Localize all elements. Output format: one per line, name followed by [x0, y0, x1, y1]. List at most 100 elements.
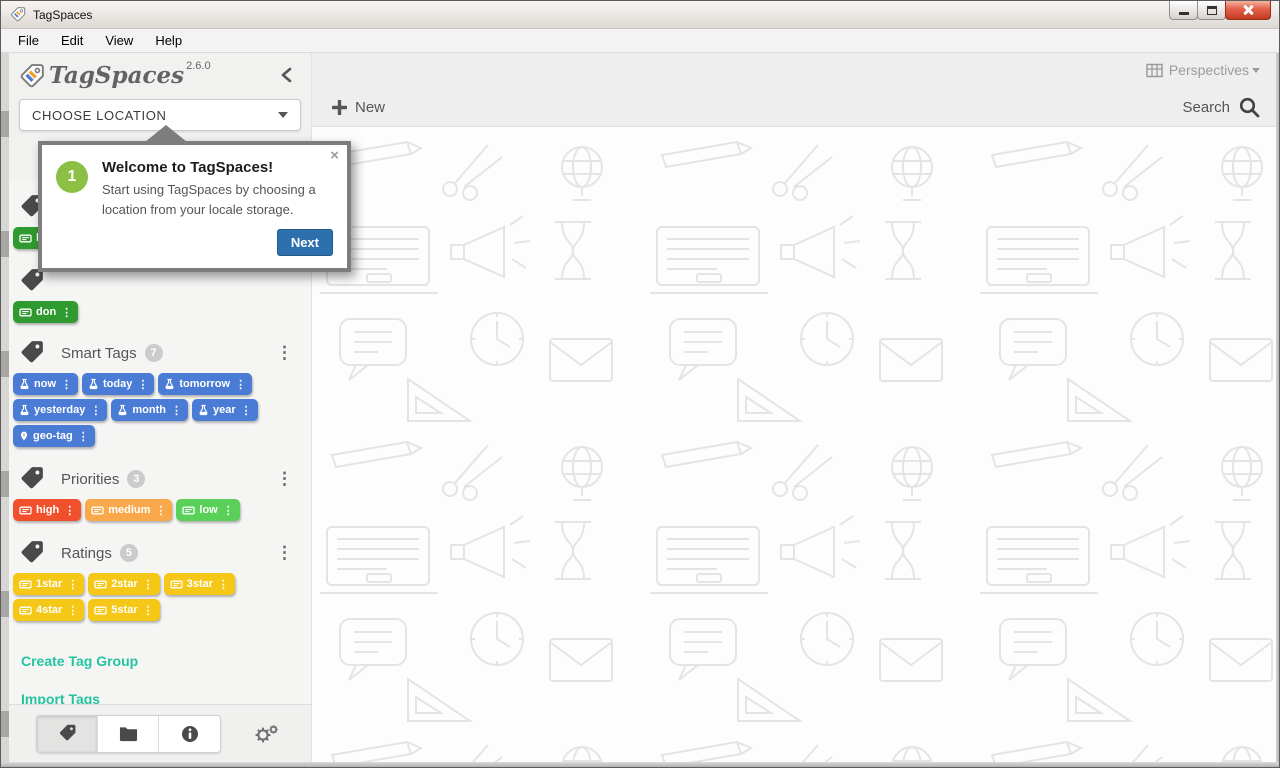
tag-menu-dots-icon[interactable]: ⋮: [171, 404, 182, 417]
import-tags-link[interactable]: Import Tags: [21, 691, 309, 704]
pin-icon: [19, 430, 29, 442]
tag-group-name: Ratings: [61, 544, 112, 562]
tag-label: high: [36, 504, 60, 516]
menu-help[interactable]: Help: [144, 30, 193, 51]
perspectives-grid-icon: [1146, 63, 1163, 77]
plus-icon: [332, 100, 347, 115]
tag-menu-dots-icon[interactable]: ⋮: [218, 578, 229, 591]
group-menu-kebab-icon[interactable]: ⋮: [276, 344, 293, 361]
menu-view[interactable]: View: [94, 30, 144, 51]
search-label: Search: [1182, 99, 1230, 116]
tag-menu-dots-icon[interactable]: ⋮: [67, 604, 78, 617]
title-bar: TagSpaces: [1, 1, 1279, 29]
menu-bar: File Edit View Help: [1, 29, 1279, 53]
tag-medium[interactable]: medium ⋮: [85, 499, 173, 521]
tag-count-badge: 7: [144, 344, 163, 362]
tag-year[interactable]: year ⋮: [191, 399, 258, 421]
tag-group-header-smart-tags[interactable]: Smart Tags 7 ⋮: [11, 341, 309, 365]
tag-1star[interactable]: 1star ⋮: [13, 573, 85, 595]
menu-file[interactable]: File: [7, 30, 50, 51]
tag-don[interactable]: don ⋮: [13, 301, 79, 323]
flask-icon: [117, 404, 128, 416]
tag-menu-dots-icon[interactable]: ⋮: [61, 306, 72, 319]
tag-menu-dots-icon[interactable]: ⋮: [78, 430, 89, 443]
folder-icon: [119, 727, 137, 742]
tag-menu-dots-icon[interactable]: ⋮: [64, 504, 75, 517]
window-border-left: [1, 53, 9, 767]
perspectives-dropdown[interactable]: Perspectives: [1146, 62, 1260, 78]
keyboard-icon: [19, 307, 32, 318]
gear-icon: [255, 724, 278, 742]
tag-menu-dots-icon[interactable]: ⋮: [137, 378, 148, 391]
close-icon: [1242, 4, 1254, 16]
collapse-sidebar-icon[interactable]: [279, 67, 295, 83]
keyboard-icon: [94, 605, 107, 616]
tag-menu-dots-icon[interactable]: ⋮: [143, 578, 154, 591]
tab-locations[interactable]: [98, 715, 159, 752]
close-button[interactable]: [1225, 1, 1271, 20]
tag-tomorrow[interactable]: tomorrow ⋮: [158, 373, 253, 395]
next-button[interactable]: Next: [276, 229, 333, 256]
popover-close-icon[interactable]: ×: [330, 148, 339, 163]
keyboard-icon: [182, 505, 196, 516]
new-button[interactable]: New: [332, 99, 385, 116]
group-menu-kebab-icon[interactable]: ⋮: [276, 544, 293, 561]
tag-4star[interactable]: 4star ⋮: [13, 599, 85, 621]
tag-menu-dots-icon[interactable]: ⋮: [235, 378, 246, 391]
tagspaces-logo-icon: [20, 64, 44, 88]
tag-2star[interactable]: 2star ⋮: [88, 573, 160, 595]
keyboard-icon: [19, 605, 32, 616]
tag-geo-tag[interactable]: geo-tag ⋮: [13, 425, 95, 447]
popover-body-text: Start using TagSpaces by choosing a loca…: [102, 182, 316, 217]
flask-icon: [198, 404, 209, 416]
app-tag-icon: [11, 6, 26, 21]
background-doodle-pattern: [312, 127, 1276, 762]
group-menu-kebab-icon[interactable]: ⋮: [276, 470, 293, 487]
keyboard-icon: [19, 233, 32, 244]
tag-label: tomorrow: [179, 378, 231, 390]
tag-group-tags: don ⋮: [11, 301, 309, 327]
menu-edit[interactable]: Edit: [50, 30, 94, 51]
tag-menu-dots-icon[interactable]: ⋮: [143, 604, 154, 617]
tag-menu-dots-icon[interactable]: ⋮: [90, 404, 101, 417]
tag-menu-dots-icon[interactable]: ⋮: [61, 378, 72, 391]
tag-label: geo-tag: [33, 430, 73, 442]
tag-group-icon: [21, 467, 43, 489]
tag-label: 5star: [111, 604, 138, 616]
popover-title: Welcome to TagSpaces!: [102, 159, 274, 176]
perspectives-label: Perspectives: [1168, 62, 1249, 78]
file-area[interactable]: [312, 127, 1276, 762]
tag-menu-dots-icon[interactable]: ⋮: [67, 578, 78, 591]
tag-today[interactable]: today ⋮: [82, 373, 155, 395]
tag-3star[interactable]: 3star ⋮: [163, 573, 235, 595]
tab-info[interactable]: [159, 715, 220, 752]
welcome-popover: × 1 Welcome to TagSpaces! Start using Ta…: [38, 125, 351, 272]
tag-group-header-ratings[interactable]: Ratings 5 ⋮: [11, 541, 309, 565]
tag-high[interactable]: high ⋮: [13, 499, 82, 521]
tag-low[interactable]: low ⋮: [176, 499, 240, 521]
tag-label: now: [34, 378, 56, 390]
tag-label: low: [199, 504, 218, 516]
window-border-bottom: [1, 762, 1279, 767]
minimize-icon: [1178, 11, 1189, 15]
tab-tag-library[interactable]: [37, 715, 98, 752]
tag-group-header-priorities[interactable]: Priorities 3 ⋮: [11, 467, 309, 491]
tag-count-badge: 5: [119, 544, 138, 562]
tag-5star[interactable]: 5star ⋮: [88, 599, 160, 621]
tag-menu-dots-icon[interactable]: ⋮: [223, 504, 234, 517]
tag-group-icon: [21, 541, 43, 563]
tag-group-tags: high ⋮ medium ⋮ low ⋮: [11, 499, 309, 525]
search-button[interactable]: Search: [1182, 97, 1260, 118]
tag-label: 3star: [186, 578, 213, 590]
tag-month[interactable]: month ⋮: [111, 399, 188, 421]
create-tag-group-link[interactable]: Create Tag Group: [21, 653, 309, 669]
tag-group-header[interactable]: [11, 269, 309, 293]
tag-now[interactable]: now ⋮: [13, 373, 78, 395]
minimize-button[interactable]: [1169, 1, 1198, 20]
tag-yesterday[interactable]: yesterday ⋮: [13, 399, 108, 421]
tag-menu-dots-icon[interactable]: ⋮: [241, 404, 252, 417]
settings-button[interactable]: [253, 723, 279, 745]
maximize-button[interactable]: [1197, 1, 1226, 20]
tag-count-badge: 3: [127, 470, 146, 488]
tag-menu-dots-icon[interactable]: ⋮: [155, 504, 166, 517]
